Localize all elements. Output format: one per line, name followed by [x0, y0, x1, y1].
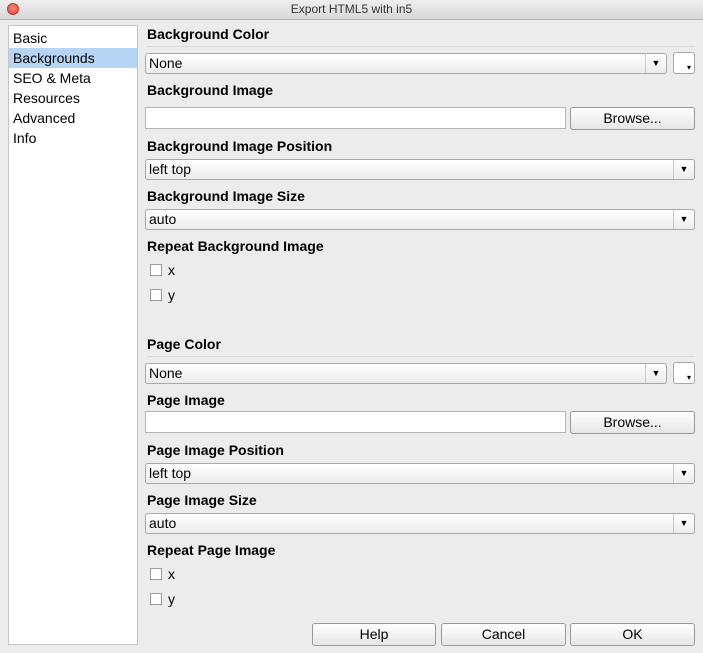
- page-size-value: auto: [149, 515, 177, 531]
- page-image-label: Page Image: [147, 392, 225, 408]
- page-repeat-x-label: x: [168, 566, 175, 583]
- page-position-label: Page Image Position: [147, 442, 284, 458]
- page-color-label: Page Color: [147, 336, 221, 352]
- ok-button[interactable]: OK: [570, 623, 695, 646]
- background-position-label: Background Image Position: [147, 138, 333, 154]
- page-size-select[interactable]: auto ▼: [145, 513, 695, 534]
- background-color-label: Background Color: [147, 26, 270, 42]
- background-size-value: auto: [149, 211, 177, 227]
- background-position-select[interactable]: left top ▼: [145, 159, 695, 180]
- background-color-select[interactable]: None ▼: [145, 53, 667, 74]
- background-position-value: left top: [149, 161, 192, 177]
- page-position-select[interactable]: left top ▼: [145, 463, 695, 484]
- page-repeat-y-row[interactable]: y: [150, 590, 175, 608]
- dropdown-arrow-icon: ▼: [673, 210, 694, 229]
- page-color-value: None: [149, 365, 183, 381]
- sidebar-item-basic[interactable]: Basic: [9, 28, 137, 48]
- title-bar: Export HTML5 with in5: [0, 0, 703, 20]
- background-color-value: None: [149, 55, 183, 71]
- page-color-swatch[interactable]: ▾: [673, 362, 695, 384]
- background-image-field[interactable]: [145, 107, 566, 129]
- dropdown-arrow-icon: ▼: [673, 464, 694, 483]
- background-repeat-y-label: y: [168, 287, 175, 304]
- page-repeat-x-checkbox[interactable]: [150, 568, 162, 581]
- sidebar-item-seo-meta[interactable]: SEO & Meta: [9, 68, 137, 88]
- background-repeat-x-row[interactable]: x: [150, 261, 175, 279]
- swatch-menu-icon: ▾: [686, 373, 691, 382]
- background-repeat-x-label: x: [168, 262, 175, 279]
- page-image-field[interactable]: [145, 411, 566, 433]
- background-repeat-x-checkbox[interactable]: [150, 264, 162, 277]
- sidebar: Basic Backgrounds SEO & Meta Resources A…: [8, 25, 138, 645]
- sidebar-item-backgrounds[interactable]: Backgrounds: [9, 48, 137, 68]
- help-button[interactable]: Help: [312, 623, 436, 646]
- background-size-select[interactable]: auto ▼: [145, 209, 695, 230]
- swatch-menu-icon: ▾: [686, 63, 691, 72]
- close-window-button[interactable]: [7, 3, 19, 15]
- divider: [147, 46, 695, 47]
- background-color-swatch[interactable]: ▾: [673, 52, 695, 74]
- page-repeat-y-checkbox[interactable]: [150, 593, 162, 606]
- divider: [147, 356, 695, 357]
- background-repeat-y-checkbox[interactable]: [150, 289, 162, 302]
- background-browse-button[interactable]: Browse...: [570, 107, 695, 130]
- export-dialog: Export HTML5 with in5 Basic Backgrounds …: [0, 0, 703, 653]
- dropdown-arrow-icon: ▼: [673, 160, 694, 179]
- sidebar-item-advanced[interactable]: Advanced: [9, 108, 137, 128]
- page-repeat-x-row[interactable]: x: [150, 565, 175, 583]
- page-size-label: Page Image Size: [147, 492, 257, 508]
- page-browse-button[interactable]: Browse...: [570, 411, 695, 434]
- background-size-label: Background Image Size: [147, 188, 305, 204]
- dropdown-arrow-icon: ▼: [645, 54, 666, 73]
- page-repeat-label: Repeat Page Image: [147, 542, 276, 558]
- cancel-button[interactable]: Cancel: [441, 623, 566, 646]
- page-repeat-y-label: y: [168, 591, 175, 608]
- background-repeat-label: Repeat Background Image: [147, 238, 324, 254]
- background-repeat-y-row[interactable]: y: [150, 286, 175, 304]
- dropdown-arrow-icon: ▼: [645, 364, 666, 383]
- window-title: Export HTML5 with in5: [290, 2, 413, 16]
- page-color-select[interactable]: None ▼: [145, 363, 667, 384]
- dropdown-arrow-icon: ▼: [673, 514, 694, 533]
- sidebar-item-info[interactable]: Info: [9, 128, 137, 148]
- page-position-value: left top: [149, 465, 192, 481]
- background-image-label: Background Image: [147, 82, 274, 98]
- sidebar-item-resources[interactable]: Resources: [9, 88, 137, 108]
